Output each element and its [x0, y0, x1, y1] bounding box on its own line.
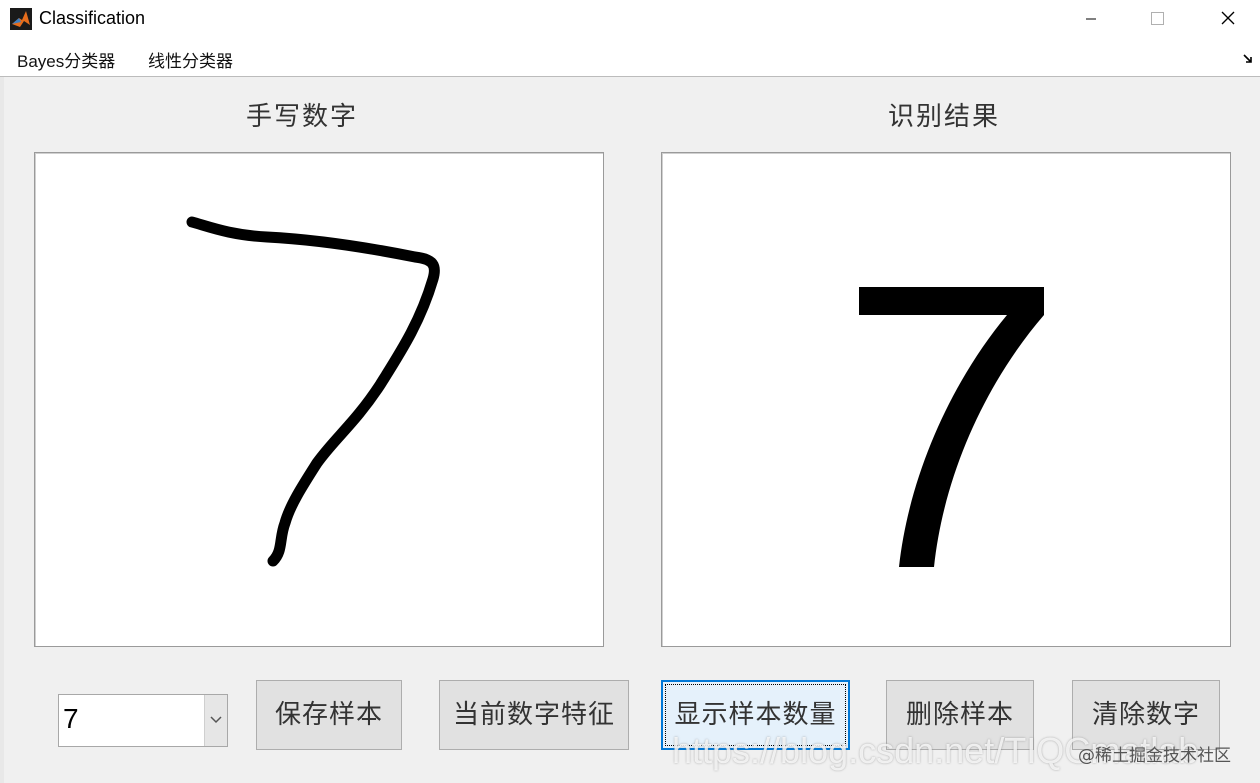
matlab-icon [10, 8, 32, 30]
close-button[interactable] [1205, 0, 1251, 38]
chevron-down-icon [210, 716, 222, 724]
minimize-icon [1086, 18, 1096, 20]
window-title: Classification [39, 8, 146, 28]
handwriting-panel-title: 手写数字 [246, 102, 359, 132]
maximize-icon [1151, 12, 1164, 25]
result-panel-title: 识别结果 [888, 102, 1001, 132]
close-icon [1221, 11, 1235, 25]
dock-arrow-icon[interactable] [1242, 52, 1254, 64]
minimize-button[interactable] [1068, 0, 1114, 38]
digit-select[interactable]: 7 [58, 694, 228, 747]
menu-bayes-classifier[interactable]: Bayes分类器 [17, 47, 115, 72]
maximize-button[interactable] [1134, 0, 1180, 38]
menu-bar: Bayes分类器 线性分类器 [0, 38, 1260, 77]
title-bar: Classification [0, 0, 1260, 38]
digit-select-value: 7 [63, 703, 79, 734]
dropdown-button[interactable] [204, 695, 227, 746]
save-sample-button[interactable]: 保存样本 [256, 680, 402, 750]
handwritten-stroke [186, 216, 440, 567]
window-edge [0, 77, 4, 783]
drawing-canvas[interactable] [34, 152, 604, 647]
menu-linear-classifier[interactable]: 线性分类器 [148, 47, 233, 72]
recognized-digit-glyph [859, 287, 1044, 567]
result-display [661, 152, 1231, 647]
site-watermark: @稀土掘金技术社区 [1078, 746, 1231, 766]
current-features-button[interactable]: 当前数字特征 [439, 680, 629, 750]
